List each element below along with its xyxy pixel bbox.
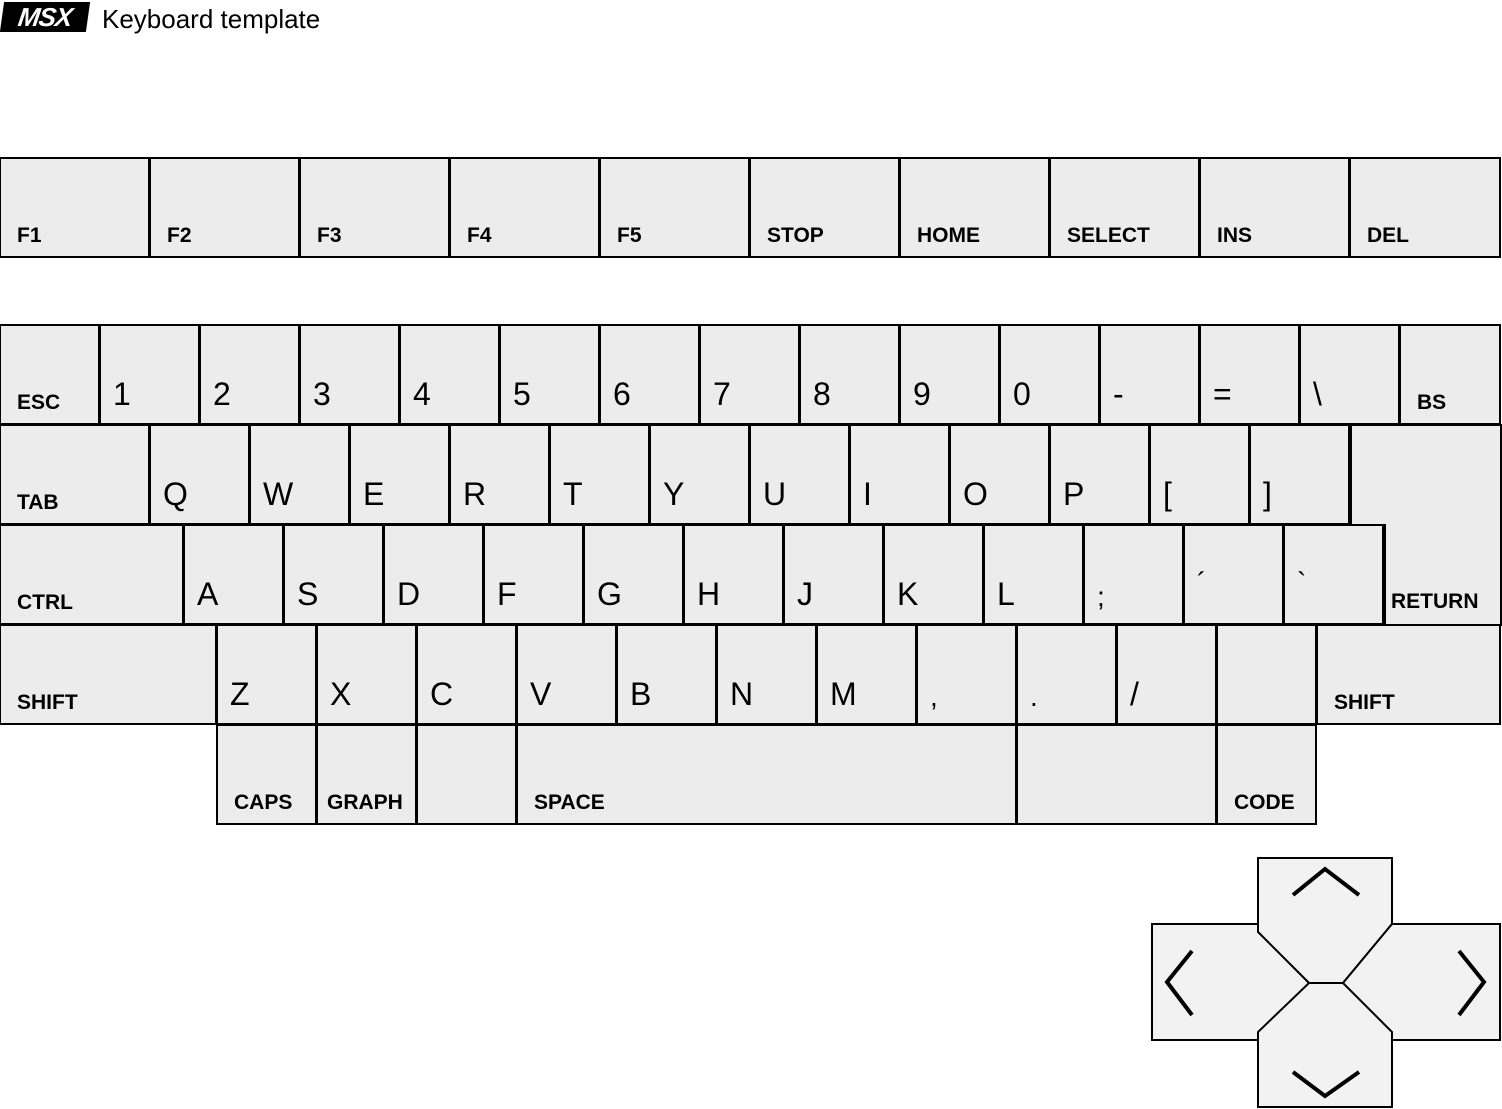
return-key-label: RETURN	[1391, 590, 1479, 613]
cursor-keys	[1151, 857, 1501, 1108]
